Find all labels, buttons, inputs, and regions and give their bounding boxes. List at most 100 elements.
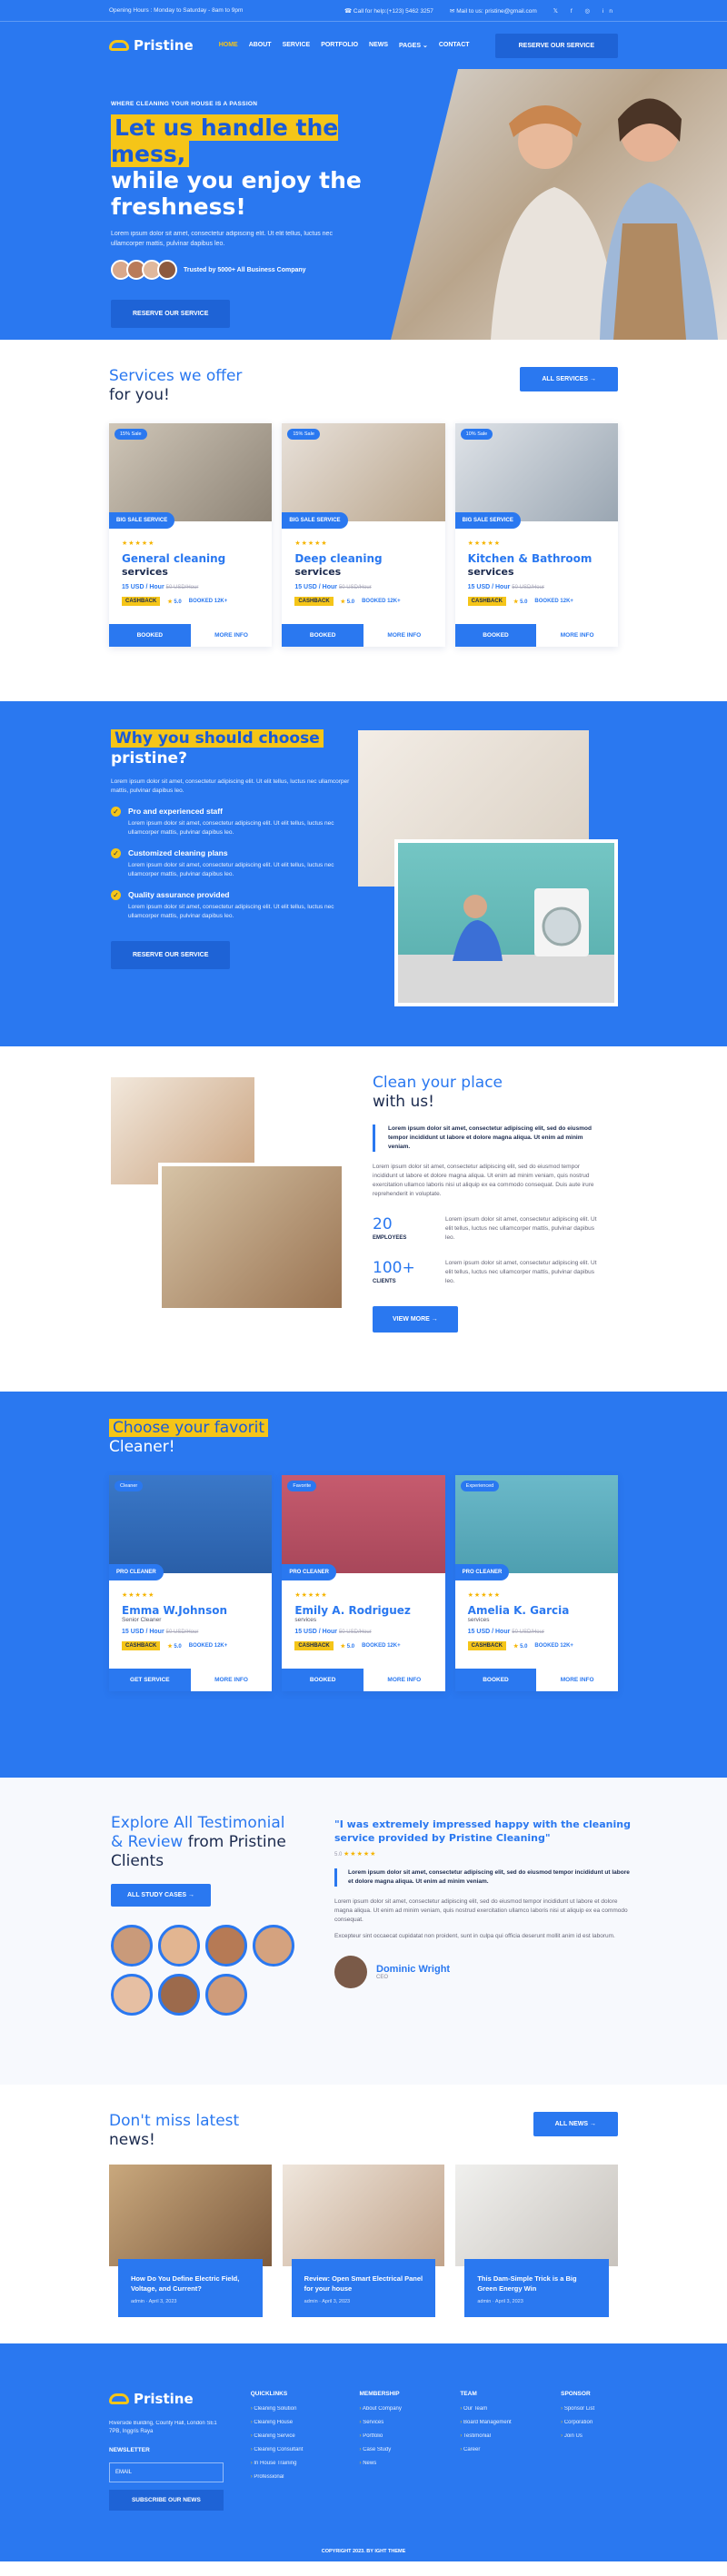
- author-name: Dominic Wright: [376, 1964, 451, 1975]
- nav-portfolio[interactable]: PORTFOLIO: [321, 42, 358, 49]
- all-news-button[interactable]: ALL NEWS →: [533, 2112, 618, 2136]
- booked-count: BOOKED 12K+: [188, 1643, 228, 1649]
- testimonial-text: Lorem ipsum dolor sit amet, consectetur …: [334, 1898, 628, 1923]
- newsletter-email-input[interactable]: EMAIL: [109, 2462, 224, 2482]
- subscribe-button[interactable]: SUBSCRIBE OUR NEWS: [109, 2490, 224, 2511]
- reserve-service-button[interactable]: RESERVE OUR SERVICE: [494, 33, 618, 58]
- sale-ribbon: BIG SALE SERVICE: [454, 512, 521, 529]
- news-title: Don't miss latest news!: [109, 2112, 240, 2149]
- main-navbar: Pristine HOME ABOUT SERVICE PORTFOLIO NE…: [0, 22, 727, 69]
- news-card[interactable]: How Do You Define Electric Field, Voltag…: [109, 2165, 272, 2317]
- feature-item: ✓ Pro and experienced staff Lorem ipsum do…: [111, 807, 356, 837]
- cleaner-name: Emma W.Johnson: [122, 1604, 228, 1617]
- avatar[interactable]: [111, 1925, 153, 1967]
- cashback-badge: CASHBACK: [294, 1641, 334, 1650]
- logo[interactable]: Pristine: [109, 37, 194, 54]
- service-card: 15% Sale BIG SALE SERVICE ★★★★★ Deep clea…: [282, 423, 445, 647]
- nav-contact[interactable]: CONTACT: [439, 42, 470, 49]
- avatar[interactable]: [158, 1925, 200, 1967]
- service-image: 15% Sale BIG SALE SERVICE: [282, 423, 445, 529]
- booked-button[interactable]: BOOKED: [109, 624, 191, 647]
- more-info-button[interactable]: MORE INFO: [536, 1669, 618, 1691]
- news-headline[interactable]: Review: Open Smart Electrical Panel for …: [304, 2274, 423, 2294]
- service-price: 15 USD / Hour 50 USD/Hour: [122, 584, 199, 590]
- cleaner-photo: Experienced PRO CLEANER: [454, 1475, 618, 1580]
- social-icons[interactable]: 𝕏 f ◎ in: [553, 7, 618, 15]
- news-card[interactable]: Review: Open Smart Electrical Panel for …: [282, 2165, 445, 2317]
- sale-tag: 15% Sale: [287, 429, 320, 440]
- news-meta: admin · April 3, 2023: [477, 2299, 523, 2304]
- cleaner-name: Amelia K. Garcia: [467, 1604, 570, 1617]
- sale-ribbon: BIG SALE SERVICE: [282, 512, 348, 529]
- check-icon: ✓: [111, 848, 121, 858]
- stat-employees: 20 EMPLOYEES Lorem ipsum dolor sit amet, c…: [373, 1215, 597, 1241]
- cashback-badge: CASHBACK: [467, 1641, 506, 1650]
- nav-service[interactable]: SERVICE: [283, 42, 311, 49]
- rating-stars: ★★★★★: [122, 1592, 155, 1599]
- clean-title: Clean your place with us!: [373, 1074, 503, 1111]
- avatar[interactable]: [111, 1974, 153, 2016]
- cleaner-card: Favorite PRO CLEANER ★★★★★ Emily A. Rodri…: [282, 1475, 445, 1691]
- rating-value: ★ 5.0: [513, 599, 528, 605]
- cleaner-photo: Cleaner PRO CLEANER: [109, 1475, 273, 1580]
- rating-value: ★ 5.0: [513, 1643, 528, 1650]
- news-headline[interactable]: This Dam-Simple Trick is a Big Green Ene…: [477, 2274, 596, 2294]
- nav-pages[interactable]: PAGES ⌄: [399, 42, 428, 49]
- more-info-button[interactable]: MORE INFO: [191, 1669, 273, 1691]
- hero-photo: [391, 69, 727, 340]
- all-services-button[interactable]: ALL SERVICES →: [520, 367, 618, 391]
- nav-about[interactable]: ABOUT: [249, 42, 272, 49]
- news-headline[interactable]: How Do You Define Electric Field, Voltag…: [131, 2274, 250, 2294]
- booked-button[interactable]: BOOKED: [454, 624, 537, 647]
- view-more-button[interactable]: VIEW MORE →: [373, 1306, 458, 1333]
- avatar[interactable]: [205, 1974, 247, 2016]
- footer: Pristine Riverside Building, County Hall…: [0, 2343, 727, 2561]
- why-reserve-button[interactable]: RESERVE OUR SERVICE: [111, 941, 231, 969]
- trusted-text: Trusted by 5000+ All Business Company: [184, 266, 306, 273]
- hero-eyebrow: WHERE CLEANING YOUR HOUSE IS A PASSION: [111, 101, 258, 107]
- opening-hours: Opening Hours : Monday to Saturday - 8am…: [109, 7, 244, 14]
- hero-text: Lorem ipsum dolor sit amet, consectetur …: [111, 231, 333, 247]
- cleaner-tag: Favorite: [287, 1481, 317, 1491]
- booked-count: BOOKED 12K+: [362, 1643, 401, 1649]
- more-info-button[interactable]: MORE INFO: [536, 624, 618, 647]
- booked-count: BOOKED 12K+: [534, 599, 573, 604]
- client-faces: [111, 1925, 302, 2016]
- booked-count: BOOKED 12K+: [188, 599, 228, 604]
- get-service-button[interactable]: GET SERVICE: [109, 1669, 191, 1691]
- more-info-button[interactable]: MORE INFO: [191, 624, 273, 647]
- news-card[interactable]: This Dam-Simple Trick is a Big Green Ene…: [455, 2165, 619, 2317]
- email-text[interactable]: ✉ Mail to us: pristine@gmail.com: [450, 7, 537, 15]
- avatar[interactable]: [205, 1925, 247, 1967]
- stat-clients: 100+ CLIENTS Lorem ipsum dolor sit amet, c…: [373, 1259, 597, 1284]
- booked-count: BOOKED 12K+: [534, 1643, 573, 1649]
- why-section: Why you should choose pristine? Lorem ips…: [0, 701, 727, 1046]
- footer-team: TEAMOur TeamBoard ManagementTestimonialC…: [460, 2391, 533, 2511]
- cleaner-photo: Favorite PRO CLEANER: [282, 1475, 445, 1580]
- hero-people-illustration: [491, 98, 718, 340]
- copyright: COPYRIGHT 2023. BY IGHT THEME: [321, 2549, 406, 2554]
- avatar[interactable]: [253, 1925, 294, 1967]
- more-info-button[interactable]: MORE INFO: [364, 1669, 445, 1691]
- booked-button[interactable]: BOOKED: [454, 1669, 537, 1691]
- trusted-avatars: Trusted by 5000+ All Business Company: [111, 260, 402, 280]
- footer-logo[interactable]: Pristine: [109, 2391, 224, 2407]
- check-icon: ✓: [111, 890, 121, 900]
- clean-section: Clean your place with us! Lorem ipsum dol…: [0, 1046, 727, 1392]
- pro-ribbon: PRO CLEANER: [282, 1564, 336, 1580]
- booked-button[interactable]: BOOKED: [282, 624, 364, 647]
- booked-button[interactable]: BOOKED: [282, 1669, 364, 1691]
- feature-item: ✓ Customized cleaning plans Lorem ipsum do…: [111, 848, 356, 879]
- more-info-button[interactable]: MORE INFO: [364, 624, 445, 647]
- nav-home[interactable]: HOME: [219, 42, 238, 49]
- hero-section: WHERE CLEANING YOUR HOUSE IS A PASSION L…: [0, 69, 727, 340]
- service-price: 15 USD / Hour 50 USD/Hour: [294, 584, 372, 590]
- services-section: Services we offer for you! ALL SERVICES →…: [0, 340, 727, 701]
- avatar[interactable]: [158, 1974, 200, 2016]
- hero-reserve-button[interactable]: RESERVE OUR SERVICE: [111, 300, 231, 328]
- why-title: Why you should choose pristine?: [111, 728, 356, 768]
- clean-quote: Lorem ipsum dolor sit amet, consectetur …: [373, 1125, 600, 1152]
- all-study-cases-button[interactable]: ALL STUDY CASES →: [111, 1884, 212, 1907]
- testimonial-rating: 5.0 ★★★★★: [334, 1851, 377, 1858]
- nav-news[interactable]: NEWS: [369, 42, 388, 49]
